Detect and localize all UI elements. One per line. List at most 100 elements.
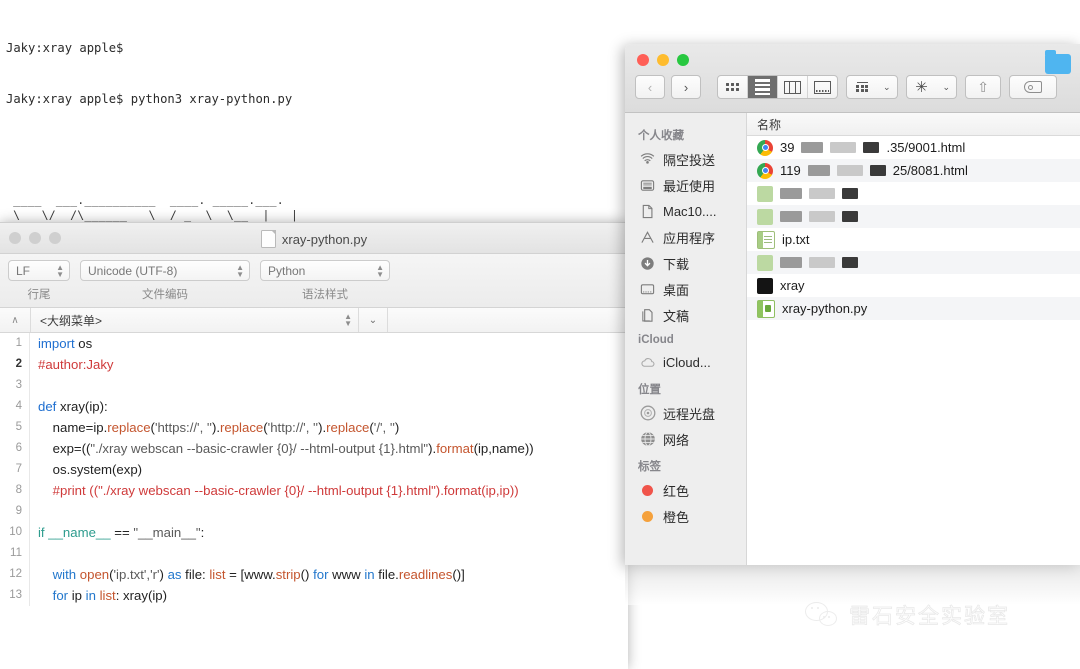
navigation-buttons[interactable]: ‹ › (635, 75, 701, 99)
stepper-icon[interactable]: ▲ ▼ (236, 263, 244, 278)
finder-file-list[interactable]: 名称 39 .35/9001.html 119 25/8081.html ip.txt x… (747, 113, 1080, 565)
line-number: 1 (0, 333, 30, 354)
sidebar-item-label: 红色 (663, 483, 690, 499)
sidebar-item-airdrop[interactable]: 隔空投送 (625, 146, 746, 172)
documents-icon (639, 307, 656, 324)
sidebar-item-icloud[interactable]: iCloud... (625, 349, 746, 375)
code-line[interactable]: 5 name=ip.replace('https://', '').replac… (0, 417, 628, 438)
icon-view-button[interactable] (718, 76, 748, 98)
syntax-value: Python (268, 263, 306, 278)
sidebar-item-tag-red[interactable]: 红色 (625, 477, 746, 503)
stepper-icon[interactable]: ▲ ▼ (56, 263, 64, 278)
redacted-block (780, 211, 802, 222)
code-line[interactable]: 4 def xray(ip): (0, 396, 628, 417)
code-area[interactable]: 1 import os 2 #author:Jaky 3 4 def xray(ip): 5… (0, 333, 628, 669)
syntax-option[interactable]: Python ▲ ▼ 语法样式 (260, 260, 390, 302)
file-row[interactable] (747, 205, 1080, 228)
file-row[interactable]: 119 25/8081.html (747, 159, 1080, 182)
share-button[interactable]: ⇧ (965, 75, 1002, 99)
view-mode-group[interactable] (717, 75, 838, 99)
syntax-label: 语法样式 (302, 289, 348, 301)
column-header-name[interactable]: 名称 (747, 113, 1080, 136)
redacted-block (869, 165, 886, 176)
action-button[interactable]: ✳ ⌄ (905, 75, 958, 99)
applications-icon (639, 229, 656, 246)
chevron-down-icon[interactable]: ⌄ (359, 308, 388, 332)
redacted-block (807, 165, 830, 176)
code-line-text: if __name__ == "__main__": (38, 525, 205, 540)
file-name: 119 (780, 163, 801, 178)
code-line[interactable]: 6 exp=(("./xray webscan --basic-crawler … (0, 438, 628, 459)
close-button[interactable] (637, 54, 649, 66)
sidebar-item-disc[interactable]: 远程光盘 (625, 400, 746, 426)
maximize-button[interactable] (677, 54, 689, 66)
code-line[interactable]: 3 (0, 375, 628, 396)
line-ending-option[interactable]: LF ▲ ▼ 行尾 (8, 260, 70, 302)
code-line[interactable]: 8 #print (("./xray webscan --basic-crawl… (0, 480, 628, 501)
sidebar-item-applications[interactable]: 应用程序 (625, 224, 746, 250)
list-view-button[interactable] (748, 76, 778, 98)
sidebar-item-document[interactable]: Mac10.... (625, 198, 746, 224)
file-row[interactable] (747, 182, 1080, 205)
sidebar-item-desktop[interactable]: 桌面 (625, 276, 746, 302)
encoding-option[interactable]: Unicode (UTF-8) ▲ ▼ 文件编码 (80, 260, 250, 302)
line-ending-select[interactable]: LF ▲ ▼ (8, 260, 70, 281)
forward-button[interactable]: › (671, 75, 701, 99)
sidebar-item-tag-orange[interactable]: 橙色 (625, 503, 746, 529)
finder-window-controls[interactable] (637, 54, 689, 66)
code-line-text: exp=(("./xray webscan --basic-crawler {0… (38, 441, 534, 456)
chevron-down-icon[interactable]: ⌄ (937, 76, 957, 98)
tag-red-icon (639, 482, 656, 499)
editor-titlebar[interactable]: xray-python.py (0, 223, 628, 254)
code-line[interactable]: 9 (0, 501, 628, 522)
sidebar-item-downloads[interactable]: 下载 (625, 250, 746, 276)
sidebar-item-documents[interactable]: 文稿 (625, 302, 746, 328)
code-line[interactable]: 13 for ip in list: xray(ip) (0, 585, 628, 606)
finder-window: ‹ › ⌄ ✳ ⌄ ⇧ 个人收藏 隔空投送 最近使用 Mac10.... 应用程… (625, 44, 1080, 565)
redacted-block (809, 257, 835, 268)
code-line[interactable]: 2 #author:Jaky (0, 354, 628, 375)
sidebar-item-label: 下载 (663, 256, 690, 272)
file-row[interactable]: xray-python.py (747, 297, 1080, 320)
tags-button[interactable] (1009, 75, 1058, 99)
code-line-text: os.system(exp) (38, 462, 143, 477)
back-button[interactable]: ‹ (635, 75, 665, 99)
stepper-icon[interactable]: ▲ ▼ (344, 313, 352, 328)
sidebar-item-label: iCloud... (663, 354, 711, 370)
line-number: 8 (0, 480, 30, 501)
outline-collapse-icon[interactable]: ∧ (0, 308, 31, 332)
file-row[interactable]: xray (747, 274, 1080, 297)
sidebar-item-label: 隔空投送 (663, 152, 716, 168)
code-line-text (30, 375, 42, 396)
code-line-text: with open('ip.txt','r') as file: list = … (52, 567, 465, 582)
code-line[interactable]: 1 import os (0, 333, 628, 354)
share-icon: ⇧ (977, 79, 989, 95)
column-view-button[interactable] (778, 76, 808, 98)
sidebar-section-header: 标签 (638, 461, 661, 473)
code-line[interactable]: 11 (0, 543, 628, 564)
code-line[interactable]: 7 os.system(exp) (0, 459, 628, 480)
outline-menu-select[interactable]: <大纲菜单> ▲ ▼ (31, 308, 359, 332)
code-line[interactable]: 12 with open('ip.txt','r') as file: list… (0, 564, 628, 585)
code-line[interactable]: 10 if __name__ == "__main__": (0, 522, 628, 543)
sidebar-item-network[interactable]: 网络 (625, 426, 746, 452)
editor-options-bar: LF ▲ ▼ 行尾 Unicode (UTF-8) ▲ ▼ 文件编码 Python … (0, 254, 628, 308)
document-icon (639, 203, 656, 220)
arrange-button[interactable]: ⌄ (846, 75, 898, 99)
sidebar-item-label: 远程光盘 (663, 406, 716, 422)
file-name-suffix: 25/8081.html (892, 163, 968, 178)
file-row[interactable]: 39 .35/9001.html (747, 136, 1080, 159)
chevron-down-icon[interactable]: ⌄ (877, 76, 897, 98)
redacted-block (842, 257, 858, 268)
gallery-view-button[interactable] (808, 76, 837, 98)
minimize-button[interactable] (657, 54, 669, 66)
code-editor-window: xray-python.py LF ▲ ▼ 行尾 Unicode (UTF-8) … (0, 222, 628, 669)
recents-icon (639, 177, 656, 194)
syntax-select[interactable]: Python ▲ ▼ (260, 260, 390, 281)
file-row[interactable]: ip.txt (747, 228, 1080, 251)
stepper-icon[interactable]: ▲ ▼ (376, 263, 384, 278)
redacted-block (780, 188, 802, 199)
sidebar-item-recents[interactable]: 最近使用 (625, 172, 746, 198)
encoding-select[interactable]: Unicode (UTF-8) ▲ ▼ (80, 260, 250, 281)
file-row[interactable] (747, 251, 1080, 274)
